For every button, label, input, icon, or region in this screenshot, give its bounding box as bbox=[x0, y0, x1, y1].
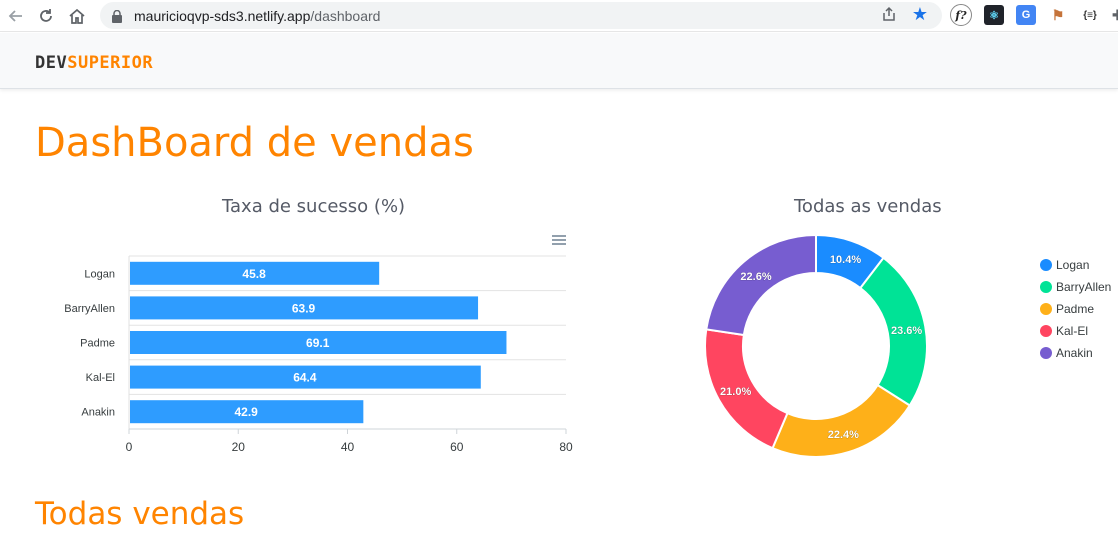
legend-label: Kal-El bbox=[1056, 324, 1089, 338]
legend-item[interactable]: BarryAllen bbox=[1040, 276, 1111, 298]
formula-extension-icon[interactable]: f? bbox=[950, 4, 972, 26]
legend-label: Padme bbox=[1056, 302, 1095, 316]
legend-item[interactable]: Logan bbox=[1040, 254, 1111, 276]
translate-icon[interactable]: G bbox=[1016, 5, 1036, 25]
brand-logo[interactable]: DEVSUPERIOR bbox=[35, 53, 153, 73]
x-tick-label: 60 bbox=[450, 440, 464, 454]
category-label: Padme bbox=[80, 338, 115, 350]
category-label: BarryAllen bbox=[64, 303, 115, 315]
slice-value-label: 23.6% bbox=[891, 325, 922, 337]
legend-marker bbox=[1040, 259, 1052, 271]
legend-label: BarryAllen bbox=[1056, 280, 1112, 294]
slice-value-label: 10.4% bbox=[830, 254, 861, 266]
legend-item[interactable]: Padme bbox=[1040, 298, 1111, 320]
slice-value-label: 21.0% bbox=[720, 386, 751, 398]
legend-marker bbox=[1040, 325, 1052, 337]
bar-chart: Logan 45.8 BarryAllen 63.9 Padme 69.1 Kal-El 64… bbox=[64, 255, 573, 454]
lock-icon bbox=[112, 9, 122, 23]
donut-chart: 10.4% 23.6% 22.4% 21.0% 22.6% bbox=[704, 233, 928, 458]
sales-section-title: Todas vendas bbox=[35, 496, 245, 532]
slice-value-label: 22.6% bbox=[740, 271, 771, 283]
donut-slice[interactable] bbox=[705, 233, 817, 337]
page-title: DashBoard de vendas bbox=[35, 120, 474, 166]
legend-item[interactable]: Anakin bbox=[1040, 342, 1111, 364]
bar-value-label: 45.8 bbox=[242, 267, 266, 281]
home-icon[interactable] bbox=[65, 4, 89, 28]
x-tick-label: 80 bbox=[559, 440, 573, 454]
legend-label: Anakin bbox=[1056, 346, 1093, 360]
donut-chart-title: Todas as vendas bbox=[794, 196, 942, 217]
legend-marker bbox=[1040, 347, 1052, 359]
bar-value-label: 63.9 bbox=[292, 301, 316, 315]
x-tick-label: 40 bbox=[341, 440, 355, 454]
back-arrow-icon[interactable] bbox=[4, 4, 28, 28]
bookmark-star-icon[interactable]: ★ bbox=[910, 4, 930, 24]
x-tick-label: 0 bbox=[126, 440, 133, 454]
legend-marker bbox=[1040, 303, 1052, 315]
json-viewer-icon[interactable]: {≡} bbox=[1080, 5, 1100, 25]
bar-value-label: 69.1 bbox=[306, 336, 330, 350]
url-text: mauricioqvp-sds3.netlify.app/dashboard bbox=[134, 7, 381, 24]
bar-value-label: 64.4 bbox=[293, 371, 317, 385]
category-label: Anakin bbox=[81, 407, 115, 419]
extension-flag-icon[interactable]: ⚑ bbox=[1048, 5, 1068, 25]
bar-value-label: 42.9 bbox=[234, 405, 258, 419]
share-icon[interactable] bbox=[879, 4, 899, 24]
legend-marker bbox=[1040, 281, 1052, 293]
legend-item[interactable]: Kal-El bbox=[1040, 320, 1111, 342]
chart-menu-icon[interactable] bbox=[551, 233, 567, 247]
x-tick-label: 20 bbox=[232, 440, 246, 454]
reload-icon[interactable] bbox=[34, 4, 58, 28]
react-devtools-icon[interactable]: ⚛ bbox=[984, 5, 1004, 25]
legend-label: Logan bbox=[1056, 258, 1090, 272]
address-bar[interactable]: mauricioqvp-sds3.netlify.app/dashboard bbox=[100, 2, 942, 29]
donut-slice[interactable] bbox=[771, 383, 912, 458]
slice-value-label: 22.4% bbox=[828, 429, 859, 441]
category-label: Logan bbox=[84, 268, 115, 280]
donut-legend: Logan BarryAllen Padme Kal-El Anakin bbox=[1040, 254, 1111, 364]
category-label: Kal-El bbox=[86, 372, 115, 384]
extensions-puzzle-icon[interactable]: ✚ bbox=[1108, 5, 1118, 25]
app-navbar: DEVSUPERIOR bbox=[0, 33, 1118, 89]
bar-chart-title: Taxa de sucesso (%) bbox=[222, 196, 406, 217]
browser-toolbar: mauricioqvp-sds3.netlify.app/dashboard ★… bbox=[0, 0, 1118, 32]
